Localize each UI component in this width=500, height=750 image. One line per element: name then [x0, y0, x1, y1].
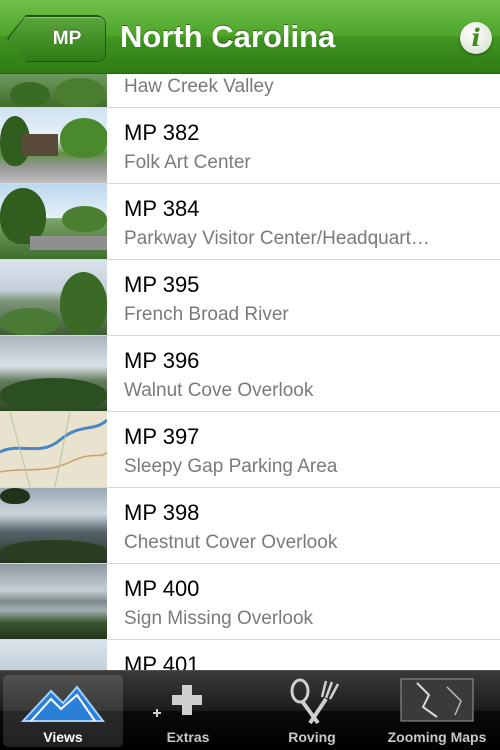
overlook-thumbnail	[0, 640, 107, 670]
overlook-name: Parkway Visitor Center/Headquart…	[124, 228, 430, 249]
overlook-name: Sign Missing Overlook	[124, 608, 314, 629]
tab-zooming-maps[interactable]: Zooming Maps	[377, 675, 497, 747]
overlook-thumbnail	[0, 488, 107, 563]
list-item[interactable]: MP 395 French Broad River	[0, 260, 500, 336]
milepost-label: MP 396	[124, 348, 200, 373]
list-item[interactable]: MP 398 Chestnut Cover Overlook	[0, 488, 500, 564]
milepost-label: MP 401	[124, 652, 200, 670]
overlook-name: Haw Creek Valley	[124, 76, 274, 97]
overlook-thumbnail	[0, 564, 107, 639]
overlook-thumbnail	[0, 412, 107, 487]
milepost-label: MP 384	[124, 196, 200, 221]
tab-label: Views	[43, 729, 83, 745]
tab-extras[interactable]: Extras	[128, 675, 248, 747]
tab-bar: Views Extras Roving Zooming Maps	[0, 670, 500, 750]
list-item[interactable]: MP 382 Folk Art Center	[0, 108, 500, 184]
overlook-thumbnail	[0, 108, 107, 183]
overlook-name: French Broad River	[124, 304, 289, 325]
tab-label: Roving	[288, 729, 336, 745]
back-button[interactable]: MP 380	[8, 16, 106, 62]
overlook-thumbnail	[0, 336, 107, 411]
overlook-thumbnail	[0, 184, 107, 259]
list-item[interactable]: MP 384 Parkway Visitor Center/Headquart…	[0, 184, 500, 260]
overlook-thumbnail	[0, 74, 107, 107]
page-title: North Carolina	[120, 19, 336, 54]
overlook-list: Haw Creek Valley MP 382 Folk Art Center …	[0, 74, 500, 670]
list-item[interactable]: Haw Creek Valley	[0, 74, 500, 108]
milepost-label: MP 400	[124, 576, 200, 601]
navigation-bar: MP 380 North Carolina i	[0, 0, 500, 74]
tab-label: Zooming Maps	[387, 729, 487, 745]
overlook-name: Chestnut Cover Overlook	[124, 532, 338, 553]
list-item[interactable]: MP 396 Walnut Cove Overlook	[0, 336, 500, 412]
map-icon	[377, 677, 497, 725]
milepost-label: MP 397	[124, 424, 200, 449]
tab-label: Extras	[166, 729, 210, 745]
milepost-label: MP 382	[124, 120, 200, 145]
list-item[interactable]: MP 397 Sleepy Gap Parking Area	[0, 412, 500, 488]
list-item[interactable]: MP 400 Sign Missing Overlook	[0, 564, 500, 640]
overlook-name: Sleepy Gap Parking Area	[124, 456, 338, 477]
overlook-name: Folk Art Center	[124, 152, 251, 173]
milepost-label: MP 398	[124, 500, 200, 525]
overlook-name: Walnut Cove Overlook	[124, 380, 314, 401]
fork-spoon-icon	[252, 677, 372, 725]
tab-roving[interactable]: Roving	[252, 675, 372, 747]
milepost-label: MP 395	[124, 272, 200, 297]
back-button-label: MP 380	[52, 28, 82, 49]
info-icon[interactable]: i	[460, 22, 492, 54]
overlook-thumbnail	[0, 260, 107, 335]
list-item[interactable]: MP 401	[0, 640, 500, 670]
mountains-icon	[3, 677, 123, 725]
plus-icon	[128, 677, 248, 725]
tab-views[interactable]: Views	[3, 675, 123, 747]
